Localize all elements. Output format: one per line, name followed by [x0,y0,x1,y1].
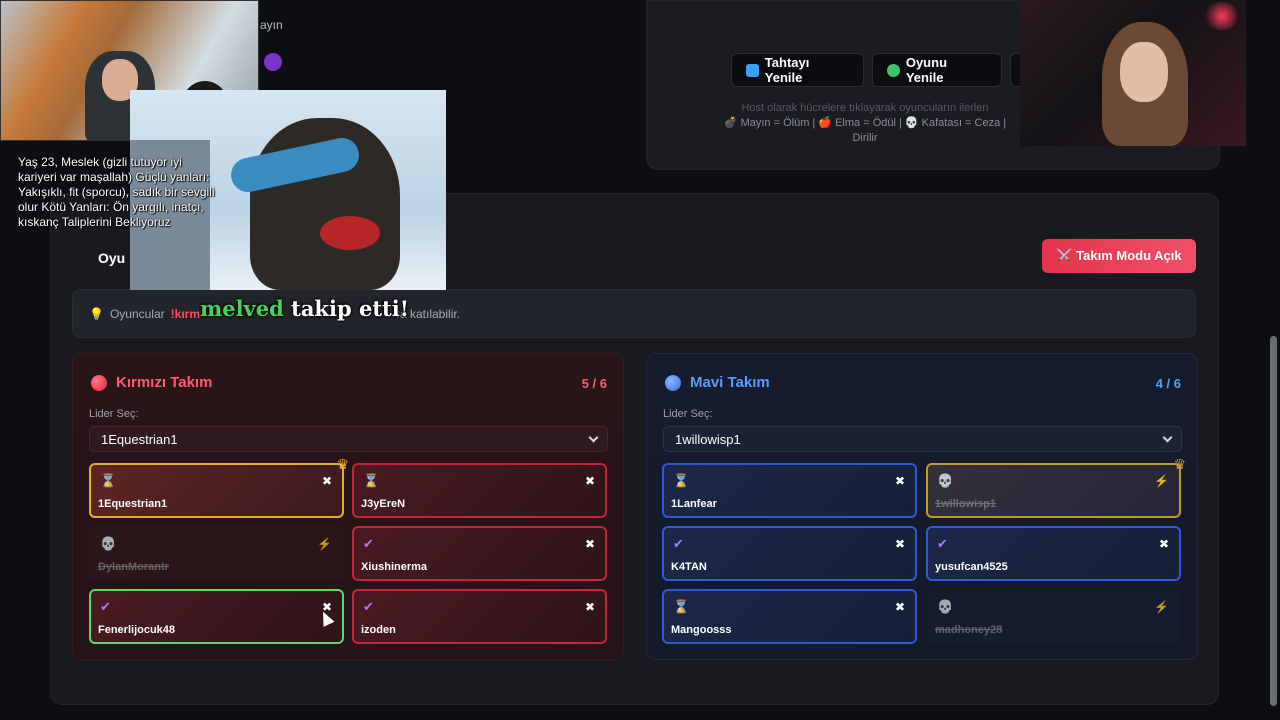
host-hint-line: Host olarak hücrelere tıklayarak oyuncul… [741,102,989,114]
refresh-board-button[interactable]: Tahtayı Yenile [731,53,864,87]
page-scrollbar[interactable] [1270,336,1277,706]
cohost-face [1120,42,1168,102]
bolt-icon[interactable]: ⚡ [1154,474,1169,488]
red-leader-select[interactable]: 1Equestrian1 [89,426,608,452]
player-name: K4TAN [671,561,707,573]
red-team-count: 5 / 6 [581,376,607,391]
bolt-icon[interactable]: ⚡ [1154,600,1169,614]
crown-icon: ♛ [336,456,349,472]
red-team-name: Kırmızı Takım [116,374,213,391]
player-name: Xiushinerma [361,561,428,573]
figure-detail [320,216,380,250]
check-icon: ✔ [100,599,111,614]
player-card[interactable]: ✔ ✖ Fenerlijocuk48 [89,589,344,644]
hourglass-icon: ⌛ [100,473,117,488]
close-icon[interactable]: ✖ [895,600,905,614]
cohost-webcam [1020,0,1246,146]
red-dot-icon [91,374,107,391]
host-hint-line: 💣 Mayın = Ölüm | 🍎 Elma = Ödül | 💀 Kafat… [723,117,1007,129]
refresh-game-label: Oyunu Yenile [905,55,948,85]
team-mode-toggle-button[interactable]: ⚔️ Takım Modu Açık [1042,239,1196,273]
close-icon[interactable]: ✖ [585,474,595,488]
close-icon[interactable]: ✖ [585,537,595,551]
blue-team-panel: Mavi Takım 4 / 6 Lider Seç: 1willowisp1 … [646,353,1198,660]
close-icon[interactable]: ✖ [895,537,905,551]
host-hint: Host olarak hücrelere tıklayarak oyuncul… [700,101,1030,146]
bolt-icon[interactable]: ⚡ [317,537,332,551]
team-mode-label: ⚔️ Takım Modu Açık [1056,248,1182,263]
host-hint-line: Dirilir [852,132,878,144]
game-label-partial: Oyu [98,250,126,266]
follow-message: takip etti! [283,296,409,321]
player-name: Mangoosss [671,624,732,636]
check-icon: ✔ [363,536,374,551]
bomb-icon [264,53,282,71]
partial-heading: ayın [260,18,283,32]
player-name: 1willowisp1 [935,498,997,510]
hourglass-icon: ⌛ [673,599,690,614]
chevron-down-icon [588,432,599,443]
player-card[interactable]: ⌛ ✖ ♛ 1Equestrian1 [89,456,349,518]
crown-icon: ♛ [1173,456,1186,472]
lightbulb-icon: 💡 [89,306,104,321]
skull-icon: 💀 [937,599,954,614]
player-card[interactable]: ✔ ✖ K4TAN [662,526,917,581]
check-icon: ✔ [363,599,374,614]
hourglass-icon: ⌛ [363,473,380,488]
refresh-icon [746,63,759,77]
follower-name: melved [200,296,284,321]
refresh-board-label: Tahtayı Yenile [764,55,810,85]
player-name: 1Equestrian1 [98,498,168,510]
refresh-game-button[interactable]: Oyunu Yenile [872,53,1002,87]
follow-alert: melved takip etti! [200,296,409,321]
skull-icon: 💀 [937,473,954,488]
player-card[interactable]: ⌛ ✖ J3yEreN [352,463,607,518]
player-card[interactable]: ✔ ✖ Xiushinerma [352,526,607,581]
player-card[interactable]: ✔ ✖ yusufcan4525 [926,526,1181,581]
red-team-title: Kırmızı Takım [91,374,212,391]
profile-bio-overlay: Yaş 23, Meslek (gizli tutuyor iyi kariye… [18,155,215,229]
recycle-icon [887,63,900,77]
red-team-panel: Kırmızı Takım 5 / 6 Lider Seç: 1Equestri… [72,353,624,660]
info-red-command: !kırm [170,306,200,321]
player-name: yusufcan4525 [935,561,1008,573]
player-name: madhoney28 [935,624,1003,636]
blue-team-name: Mavi Takım [690,374,770,391]
player-name: Fenerlijocuk48 [98,624,176,636]
close-icon[interactable]: ✖ [1159,537,1169,551]
player-name: izoden [361,624,396,636]
player-name: J3yEreN [361,498,406,510]
blue-team-count: 4 / 6 [1155,376,1181,391]
blue-leader-select[interactable]: 1willowisp1 [663,426,1182,452]
info-prefix: Oyuncular [109,306,165,321]
chevron-down-icon [1162,432,1173,443]
player-name: DylanMorantr [98,561,169,573]
player-card[interactable]: 💀 ⚡ ♛ 1willowisp1 [926,456,1186,518]
check-icon: ✔ [937,536,948,551]
red-leader-label: Lider Seç: [89,408,139,420]
blue-leader-value: 1willowisp1 [675,431,741,447]
player-card[interactable]: 💀 ⚡ madhoney28 [926,589,1181,644]
player-card[interactable]: ⌛ ✖ 1Lanfear [662,463,917,518]
close-icon[interactable]: ✖ [322,474,332,488]
skull-icon: 💀 [100,536,117,551]
player-card[interactable]: ⌛ ✖ Mangoosss [662,589,917,644]
red-leader-value: 1Equestrian1 [101,431,178,447]
close-icon[interactable]: ✖ [895,474,905,488]
hourglass-icon: ⌛ [673,473,690,488]
player-name: 1Lanfear [671,498,717,510]
player-card[interactable]: ✔ ✖ izoden [352,589,607,644]
close-icon[interactable]: ✖ [585,600,595,614]
blue-leader-label: Lider Seç: [663,408,713,420]
blue-team-title: Mavi Takım [665,374,770,391]
light-glow [1202,2,1242,30]
player-card[interactable]: 💀 ⚡ DylanMorantr [89,526,344,581]
blue-dot-icon [665,374,681,391]
check-icon: ✔ [673,536,684,551]
